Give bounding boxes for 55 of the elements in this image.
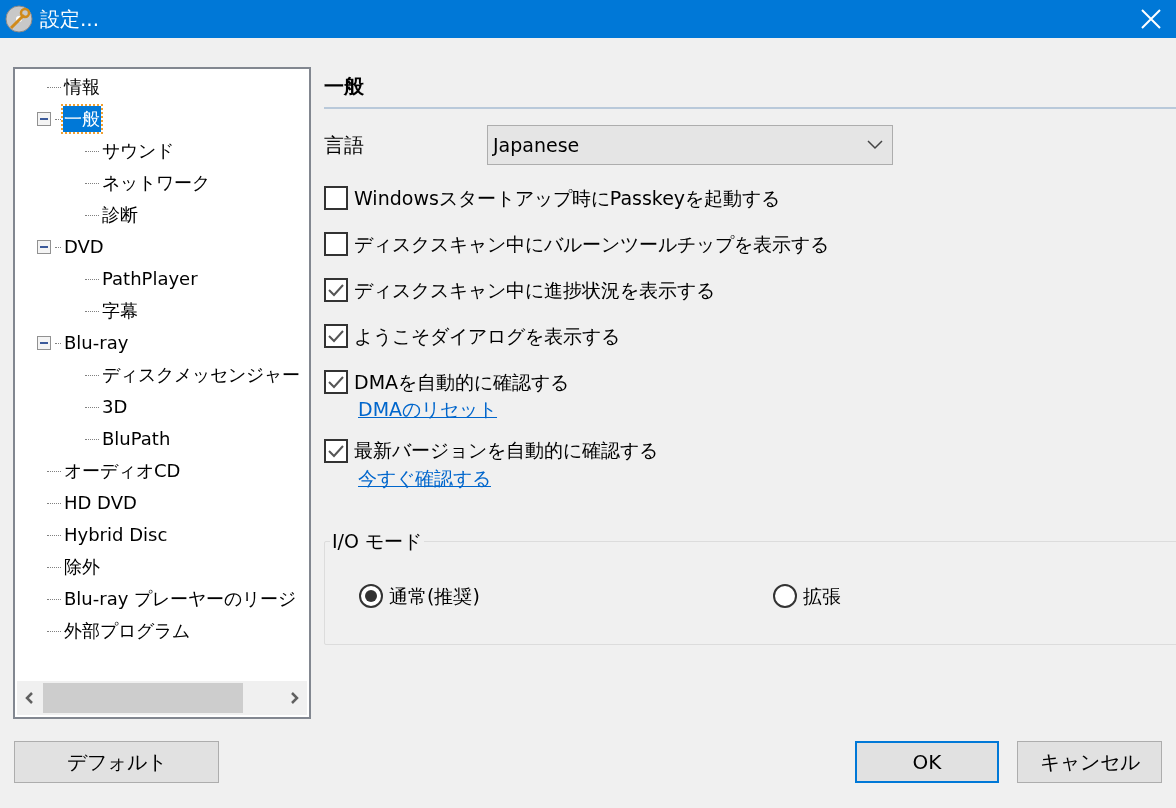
collapse-toggle[interactable]: [37, 336, 51, 350]
tree-item[interactable]: 除外: [63, 554, 101, 580]
cancel-button[interactable]: キャンセル: [1017, 741, 1162, 783]
scrollbar-thumb[interactable]: [43, 683, 243, 713]
checkbox[interactable]: [324, 370, 348, 394]
tree-item[interactable]: BluPath: [101, 426, 172, 452]
language-dropdown[interactable]: Japanese: [487, 125, 893, 165]
tree-item[interactable]: 情報: [63, 74, 101, 100]
check-icon: [328, 283, 344, 297]
language-label: 言語: [324, 132, 365, 159]
tree-item[interactable]: 一般: [63, 106, 101, 132]
tree-item[interactable]: HD DVD: [63, 490, 138, 516]
option-label: DMAを自動的に確認する: [354, 369, 570, 395]
section-heading: 一般: [324, 74, 364, 98]
check-icon: [328, 443, 344, 458]
checkbox[interactable]: [324, 438, 348, 463]
checkbox[interactable]: [324, 278, 348, 302]
ok-button[interactable]: OK: [855, 741, 999, 783]
checkbox[interactable]: [324, 186, 348, 210]
tree-item[interactable]: 外部プログラム: [63, 618, 191, 644]
tree-item[interactable]: PathPlayer: [101, 266, 199, 292]
default-button[interactable]: デフォルト: [14, 741, 219, 783]
checkbox[interactable]: [324, 232, 348, 256]
tree-item[interactable]: Hybrid Disc: [63, 522, 169, 548]
chevron-down-icon: [867, 140, 883, 150]
close-icon[interactable]: [1140, 8, 1162, 30]
radio-label: 通常(推奨): [389, 584, 480, 609]
radio-button[interactable]: [359, 584, 383, 609]
tree-item[interactable]: Blu-ray: [63, 330, 130, 356]
collapse-toggle[interactable]: [37, 112, 51, 126]
option-label: ようこそダイアログを表示する: [354, 323, 620, 349]
check-icon: [328, 375, 344, 389]
tree-item[interactable]: 診断: [101, 202, 139, 228]
window-title: 設定...: [40, 6, 100, 33]
option-label: ディスクスキャン中にバルーンツールチップを表示する: [354, 231, 829, 257]
option-label: Windowsスタートアップ時にPasskeyを起動する: [354, 185, 781, 211]
tree-item[interactable]: DVD: [63, 234, 105, 260]
option-label: 最新バージョンを自動的に確認する: [354, 438, 658, 464]
tree-item[interactable]: Blu-ray プレーヤーのリージ: [63, 586, 298, 612]
tree-item[interactable]: 字幕: [101, 298, 139, 324]
key-disc-icon: [4, 4, 34, 34]
action-link[interactable]: DMAのリセット: [358, 395, 498, 424]
tree-item[interactable]: サウンド: [101, 138, 175, 164]
radio-button[interactable]: [773, 584, 797, 609]
tree-item[interactable]: オーディオCD: [63, 458, 182, 484]
checkbox[interactable]: [324, 324, 348, 348]
option-label: ディスクスキャン中に進捗状況を表示する: [354, 277, 715, 303]
collapse-toggle[interactable]: [37, 240, 51, 254]
radio-label: 拡張: [803, 584, 841, 609]
tree-item[interactable]: 3D: [101, 394, 129, 420]
horizontal-scrollbar[interactable]: [17, 681, 307, 715]
check-icon: [328, 329, 344, 343]
tree-item[interactable]: ディスクメッセンジャー: [101, 362, 301, 388]
tree-item[interactable]: ネットワーク: [101, 170, 211, 196]
action-link[interactable]: 今すぐ確認する: [358, 463, 491, 492]
